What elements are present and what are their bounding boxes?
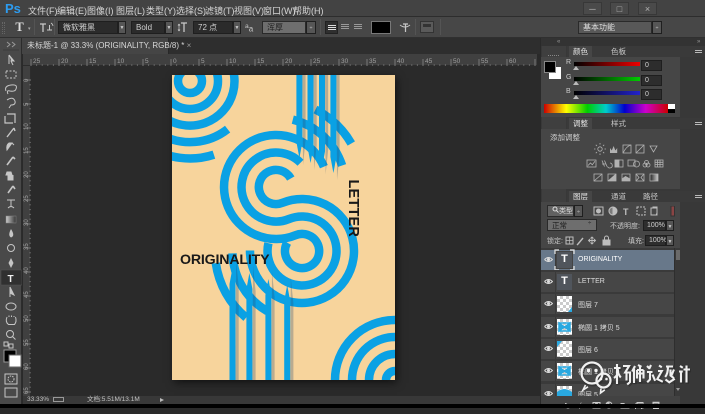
svg-text:20: 20	[24, 171, 30, 178]
svg-text:40: 40	[397, 58, 405, 65]
svg-text:50: 50	[453, 58, 461, 65]
svg-text:45: 45	[24, 291, 30, 298]
svg-text:0: 0	[24, 78, 30, 82]
svg-text:5: 5	[24, 102, 30, 106]
svg-text:35: 35	[369, 58, 377, 65]
svg-text:10: 10	[117, 58, 125, 65]
svg-text:25: 25	[24, 195, 30, 202]
svg-text:40: 40	[24, 267, 30, 274]
svg-text:15: 15	[24, 147, 30, 154]
svg-text:65: 65	[24, 387, 30, 394]
svg-text:15: 15	[89, 58, 97, 65]
svg-text:35: 35	[24, 243, 30, 250]
svg-text:55: 55	[24, 339, 30, 346]
svg-text:0: 0	[173, 58, 177, 65]
svg-text:30: 30	[24, 219, 30, 226]
svg-text:50: 50	[24, 315, 30, 322]
svg-text:20: 20	[61, 58, 69, 65]
svg-text:T: T	[8, 274, 14, 285]
svg-text:55: 55	[481, 58, 489, 65]
svg-text:T: T	[623, 207, 629, 217]
svg-text:25: 25	[313, 58, 321, 65]
svg-text:20: 20	[285, 58, 293, 65]
svg-text:30: 30	[341, 58, 349, 65]
svg-text:25: 25	[33, 58, 41, 65]
svg-text:60: 60	[509, 58, 517, 65]
svg-text:5: 5	[201, 58, 205, 65]
svg-text:45: 45	[425, 58, 433, 65]
svg-text:60: 60	[24, 363, 30, 370]
svg-text:15: 15	[257, 58, 265, 65]
svg-text:10: 10	[24, 123, 30, 130]
svg-text:5: 5	[145, 58, 149, 65]
svg-text:LETTER: LETTER	[345, 180, 361, 238]
svg-text:ORIGINALITY: ORIGINALITY	[180, 252, 270, 268]
svg-text:10: 10	[229, 58, 237, 65]
